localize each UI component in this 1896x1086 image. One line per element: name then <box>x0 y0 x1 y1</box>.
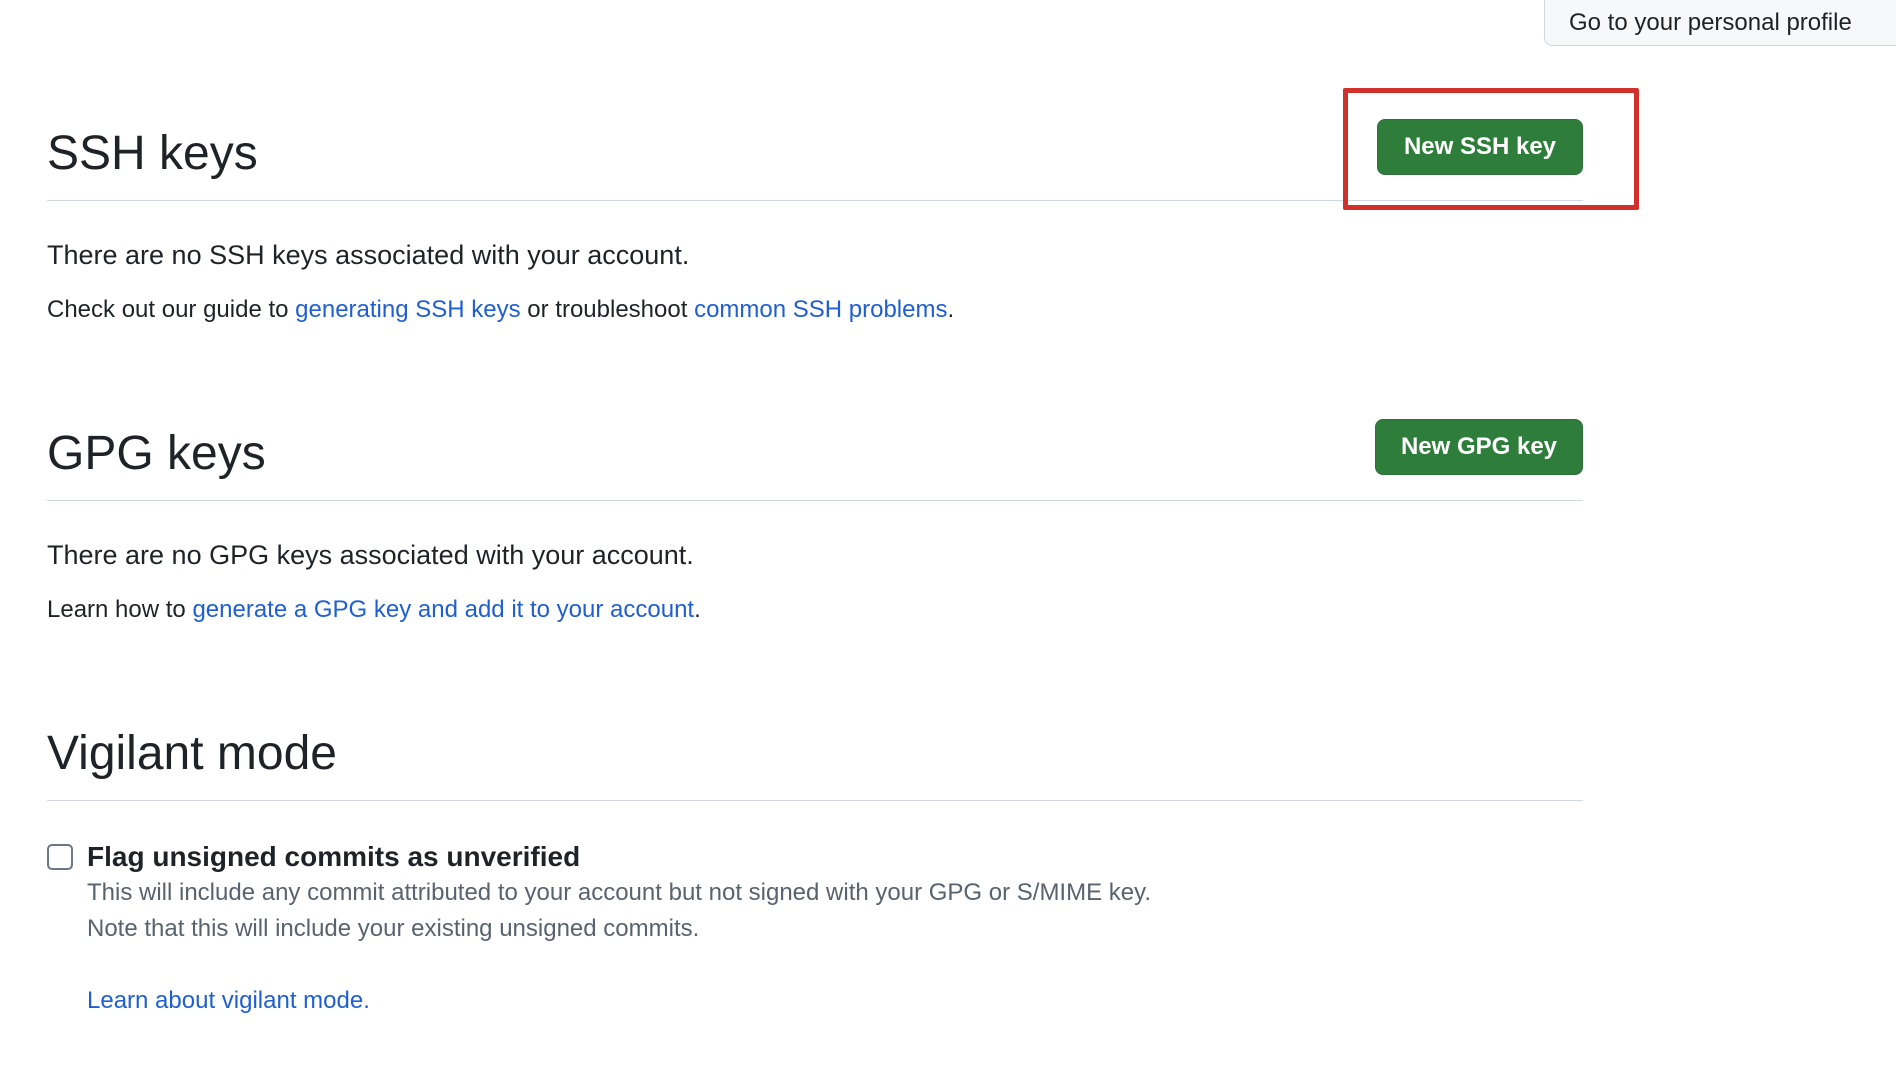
ssh-empty-message: There are no SSH keys associated with yo… <box>47 240 690 270</box>
vigilant-mode-header: Vigilant mode <box>47 688 1583 801</box>
vigilant-note-line-2: Note that this will include your existin… <box>87 915 700 942</box>
go-to-profile-button[interactable]: Go to your personal profile <box>1544 0 1896 46</box>
common-ssh-problems-link[interactable]: common SSH problems <box>694 296 947 323</box>
vigilant-checkbox-row: Flag unsigned commits as unverified <box>47 839 1583 875</box>
generating-ssh-keys-link[interactable]: generating SSH keys <box>295 296 520 323</box>
ssh-keys-header: SSH keys New SSH key <box>47 88 1583 201</box>
gpg-learn-prefix: Learn how to <box>47 596 193 624</box>
gpg-keys-title: GPG keys <box>47 427 266 480</box>
flag-unsigned-commits-label[interactable]: Flag unsigned commits as unverified <box>87 839 580 875</box>
ssh-keys-title: SSH keys <box>47 127 258 180</box>
ssh-guide-prefix: Check out our guide to <box>47 296 296 324</box>
new-ssh-key-label: New SSH key <box>1403 133 1557 160</box>
vigilant-mode-section: Vigilant mode Flag unsigned commits as u… <box>47 688 1583 1019</box>
ssh-gpg-settings-page: Go to your personal profile SSH keys New… <box>0 0 1896 1086</box>
new-gpg-key-button[interactable]: New GPG key <box>1375 419 1583 475</box>
ssh-guide-suffix: . <box>947 296 955 324</box>
generate-gpg-key-link[interactable]: generate a GPG key and add it to your ac… <box>192 596 694 623</box>
ssh-guide-middle: or troubleshoot <box>520 296 695 324</box>
new-ssh-key-button[interactable]: New SSH key <box>1377 119 1583 175</box>
ssh-keys-section: SSH keys New SSH key There are no SSH ke… <box>47 88 1583 325</box>
vigilant-mode-title: Vigilant mode <box>47 727 337 780</box>
gpg-keys-section: GPG keys New GPG key There are no GPG ke… <box>47 388 1583 625</box>
gpg-keys-header: GPG keys New GPG key <box>47 388 1583 501</box>
learn-vigilant-mode-link[interactable]: Learn about vigilant mode. <box>87 983 1583 1019</box>
gpg-learn-suffix: . <box>694 596 701 624</box>
gpg-empty-message: There are no GPG keys associated with yo… <box>47 540 694 570</box>
flag-unsigned-commits-checkbox[interactable] <box>47 844 73 870</box>
gpg-learn-text: Learn how to generate a GPG key and add … <box>47 595 1583 625</box>
new-gpg-key-label: New GPG key <box>1400 433 1558 460</box>
go-to-profile-label: Go to your personal profile <box>1569 9 1852 36</box>
vigilant-note-line-1: This will include any commit attributed … <box>87 879 1152 906</box>
ssh-guide-text: Check out our guide to generating SSH ke… <box>47 295 1583 325</box>
